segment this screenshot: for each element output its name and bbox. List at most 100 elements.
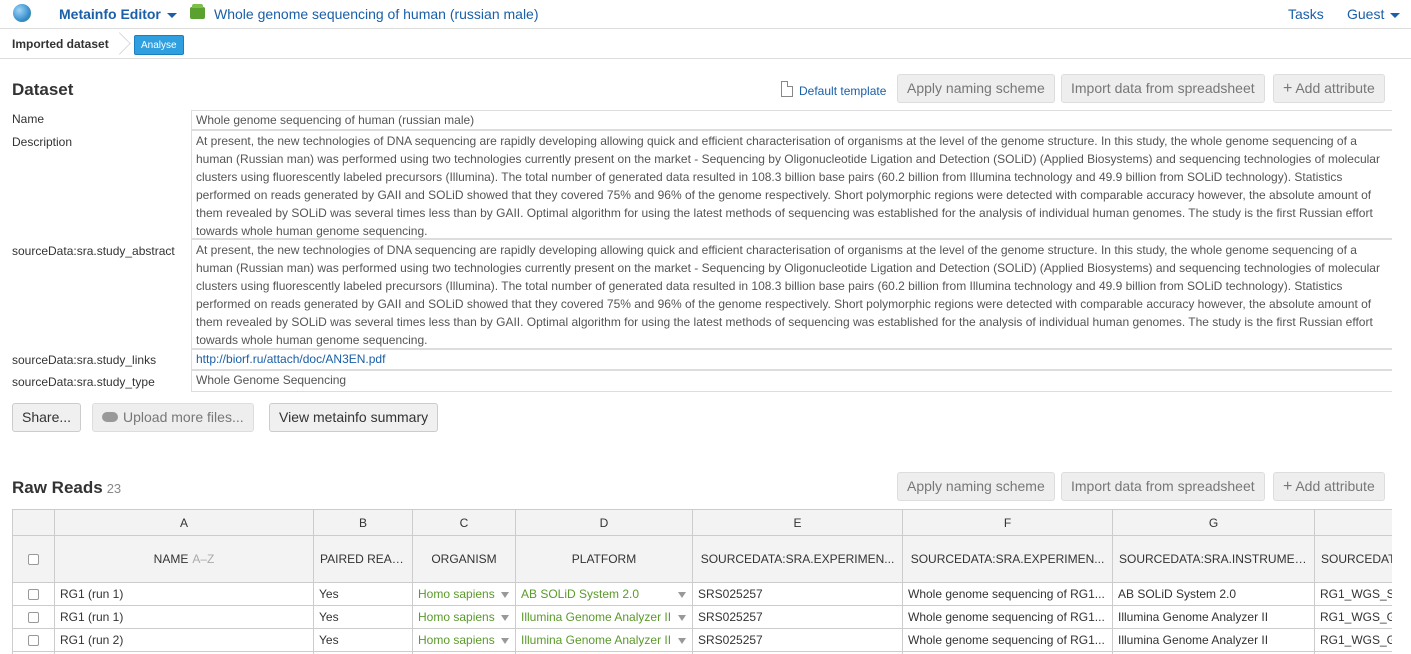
table-cell[interactable]: Yes — [314, 606, 412, 629]
view-summary-button[interactable]: View metainfo summary — [269, 403, 439, 432]
column-header-instrument[interactable]: SOURCEDATA:SRA.INSTRUMENT — [1113, 536, 1314, 583]
column-header-organism[interactable]: ORGANISM — [413, 536, 515, 583]
column-letter[interactable]: A — [55, 509, 313, 536]
name-field[interactable]: Whole genome sequencing of human (russia… — [191, 110, 1392, 130]
import-spreadsheet-button[interactable]: Import data from spreadsheet — [1061, 74, 1265, 103]
table-cell[interactable]: Whole genome sequencing of RG1... — [903, 606, 1112, 629]
select-column — [13, 509, 55, 654]
column-letter[interactable]: D — [516, 509, 692, 536]
top-bar: Metainfo Editor Whole genome sequencing … — [0, 0, 1411, 29]
column-header-platform[interactable]: PLATFORM — [516, 536, 692, 583]
table-cell[interactable]: RG1_WGS_S — [1315, 583, 1392, 606]
column-letter[interactable]: E — [693, 509, 902, 536]
column-letter[interactable]: G — [1113, 509, 1314, 536]
table-cell[interactable]: Whole genome sequencing of RG1... — [903, 583, 1112, 606]
table-cell[interactable]: RG1_WGS_G — [1315, 629, 1392, 652]
tasks-link[interactable]: Tasks — [1288, 6, 1324, 22]
row-checkbox[interactable] — [28, 612, 39, 624]
raw-reads-grid: A NAME A–Z RG1 (run 1) RG1 (run 1) RG1 (r… — [12, 509, 1392, 654]
dropdown-arrow-icon — [501, 638, 509, 644]
upload-label: Upload more files... — [123, 409, 244, 425]
table-cell[interactable]: RG1 (run 1) — [55, 606, 313, 629]
study-type-label: sourceData:sra.study_type — [12, 375, 155, 389]
column-title: NAME — [153, 552, 189, 566]
column-header-name[interactable]: NAME A–Z — [55, 536, 313, 583]
raw-reads-title: Raw Reads — [12, 478, 103, 497]
column-b: B PAIRED READS Yes Yes Yes — [314, 509, 413, 654]
column-letter-blank — [13, 509, 54, 536]
table-cell[interactable]: Illumina Genome Analyzer II — [1113, 629, 1314, 652]
study-links-label: sourceData:sra.study_links — [12, 353, 157, 367]
column-letter[interactable]: B — [314, 509, 412, 536]
breadcrumb-imported-dataset[interactable]: Imported dataset — [12, 37, 109, 51]
dataset-heading: Dataset — [12, 80, 74, 99]
select-all-checkbox[interactable] — [28, 554, 39, 566]
platform-value: Illumina Genome Analyzer II — [521, 633, 672, 647]
platform-select[interactable]: AB SOLiD System 2.0 — [516, 583, 692, 606]
column-letter[interactable]: C — [413, 509, 515, 536]
chevron-down-icon — [1390, 12, 1401, 18]
sort-indicator[interactable]: A–Z — [192, 552, 214, 566]
raw-import-spreadsheet-button[interactable]: Import data from spreadsheet — [1061, 472, 1265, 501]
column-header-paired-reads[interactable]: PAIRED READS — [314, 536, 412, 583]
platform-value: AB SOLiD System 2.0 — [521, 587, 640, 601]
raw-add-attribute-button[interactable]: + Add attribute — [1273, 472, 1385, 501]
column-letter-h[interactable] — [1315, 509, 1392, 536]
row-select-cell — [13, 606, 54, 629]
add-attribute-button[interactable]: + Add attribute — [1273, 74, 1385, 103]
table-cell[interactable]: SRS025257 — [693, 606, 902, 629]
study-abstract-label: sourceData:sra.study_abstract — [12, 244, 175, 258]
dropdown-arrow-icon — [501, 592, 509, 598]
default-template-link[interactable]: Default template — [799, 84, 886, 98]
column-e: E SOURCEDATA:SRA.EXPERIMEN... SRS025257 … — [693, 509, 903, 654]
raw-reads-heading: Raw Reads 23 — [12, 478, 121, 498]
organism-select[interactable]: Homo sapiens — [413, 629, 515, 652]
guest-menu[interactable]: Guest — [1347, 6, 1401, 22]
app-title: Metainfo Editor — [59, 6, 161, 22]
guest-label: Guest — [1347, 6, 1385, 22]
upload-files-button[interactable]: Upload more files... — [92, 403, 254, 432]
column-letter[interactable]: F — [903, 509, 1112, 536]
table-cell[interactable]: SRS025257 — [693, 583, 902, 606]
table-cell[interactable]: Illumina Genome Analyzer II — [1113, 606, 1314, 629]
study-abstract-field[interactable]: At present, the new technologies of DNA … — [191, 239, 1392, 349]
column-d: D PLATFORM AB SOLiD System 2.0 Illumina … — [516, 509, 693, 654]
platform-select[interactable]: Illumina Genome Analyzer II — [516, 606, 692, 629]
share-button[interactable]: Share... — [12, 403, 82, 432]
study-link[interactable]: http://biorf.ru/attach/doc/AN3EN.pdf — [196, 352, 385, 366]
apply-naming-scheme-button[interactable]: Apply naming scheme — [897, 74, 1055, 103]
row-select-cell — [13, 629, 54, 652]
column-header-experiment[interactable]: SOURCEDATA:SRA.EXPERIMEN... — [903, 536, 1112, 583]
table-cell[interactable]: AB SOLiD System 2.0 — [1113, 583, 1314, 606]
table-cell[interactable]: RG1 (run 2) — [55, 629, 313, 652]
raw-apply-naming-scheme-button[interactable]: Apply naming scheme — [897, 472, 1055, 501]
raw-reads-count: 23 — [106, 481, 122, 496]
breadcrumb-separator — [115, 29, 129, 59]
platform-value: Illumina Genome Analyzer II — [521, 610, 672, 624]
table-cell[interactable]: SRS025257 — [693, 629, 902, 652]
dropdown-arrow-icon — [678, 638, 686, 644]
column-f: F SOURCEDATA:SRA.EXPERIMEN... Whole geno… — [903, 509, 1113, 654]
row-checkbox[interactable] — [28, 635, 39, 647]
table-cell[interactable]: Whole genome sequencing of RG1... — [903, 629, 1112, 652]
table-cell[interactable]: RG1_WGS_G — [1315, 606, 1392, 629]
raw-add-attribute-label: Add attribute — [1295, 478, 1375, 494]
platform-select[interactable]: Illumina Genome Analyzer II — [516, 629, 692, 652]
globe-logo-icon[interactable] — [13, 4, 31, 22]
table-cell[interactable]: Yes — [314, 583, 412, 606]
study-type-field[interactable]: Whole Genome Sequencing — [191, 370, 1392, 392]
column-header-sourcedata[interactable]: SOURCEDAT — [1315, 536, 1392, 583]
row-checkbox[interactable] — [28, 589, 39, 601]
breadcrumb-analyse[interactable]: Analyse — [134, 35, 184, 55]
organism-select[interactable]: Homo sapiens — [413, 583, 515, 606]
dataset-title-link[interactable]: Whole genome sequencing of human (russia… — [214, 6, 539, 22]
study-links-field[interactable]: http://biorf.ru/attach/doc/AN3EN.pdf — [191, 349, 1392, 370]
select-all-cell — [13, 536, 54, 583]
organism-select[interactable]: Homo sapiens — [413, 606, 515, 629]
app-menu[interactable]: Metainfo Editor — [59, 6, 177, 22]
dropdown-arrow-icon — [678, 615, 686, 621]
table-cell[interactable]: RG1 (run 1) — [55, 583, 313, 606]
column-header-experiment[interactable]: SOURCEDATA:SRA.EXPERIMEN... — [693, 536, 902, 583]
description-field[interactable]: At present, the new technologies of DNA … — [191, 130, 1392, 239]
table-cell[interactable]: Yes — [314, 629, 412, 652]
